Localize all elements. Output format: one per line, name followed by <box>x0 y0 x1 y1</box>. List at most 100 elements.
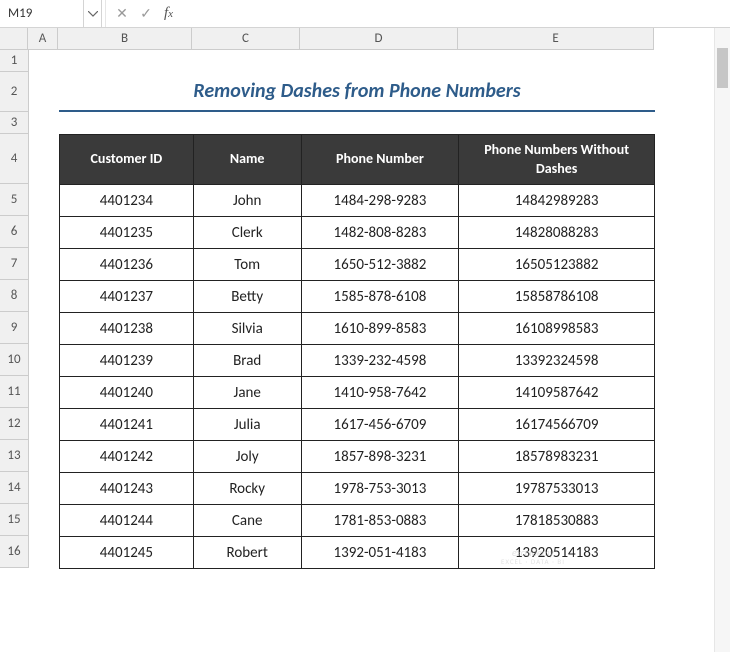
cell[interactable]: 1585-878-6108 <box>301 281 459 313</box>
row-header[interactable]: 15 <box>0 504 28 536</box>
cell[interactable]: Silvia <box>193 313 301 345</box>
table-row: 4401235Clerk1482-808-828314828088283 <box>60 217 655 249</box>
cell[interactable]: 4401234 <box>60 185 194 217</box>
name-box-dropdown[interactable] <box>84 0 102 27</box>
cell[interactable]: Julia <box>193 409 301 441</box>
enter-icon[interactable]: ✓ <box>136 5 156 22</box>
cell[interactable]: 1978-753-3013 <box>301 473 459 505</box>
data-table: Customer IDNamePhone NumberPhone Numbers… <box>59 134 655 569</box>
cell[interactable]: 1857-898-3231 <box>301 441 459 473</box>
table-row: 4401242Joly1857-898-323118578983231 <box>60 441 655 473</box>
cell[interactable]: Tom <box>193 249 301 281</box>
table-header[interactable]: Name <box>193 135 301 185</box>
cell[interactable]: 4401241 <box>60 409 194 441</box>
cell[interactable]: 4401244 <box>60 505 194 537</box>
table-row: 4401240Jane1410-958-764214109587642 <box>60 377 655 409</box>
table-header[interactable]: Phone Numbers Without Dashes <box>459 135 655 185</box>
cell[interactable]: 1410-958-7642 <box>301 377 459 409</box>
cell[interactable]: Clerk <box>193 217 301 249</box>
cell[interactable]: 1781-853-0883 <box>301 505 459 537</box>
chevron-down-icon <box>88 11 98 17</box>
scroll-thumb[interactable] <box>717 48 728 88</box>
cell[interactable]: Cane <box>193 505 301 537</box>
table-row: 4401238Silvia1610-899-858316108998583 <box>60 313 655 345</box>
row-header[interactable]: 5 <box>0 184 28 216</box>
fx-icon[interactable]: fx <box>160 5 177 22</box>
row-header[interactable]: 10 <box>0 344 28 376</box>
cell[interactable]: 14109587642 <box>459 377 655 409</box>
cell[interactable]: 16174566709 <box>459 409 655 441</box>
column-headers: ABCDE <box>28 28 654 50</box>
table-header[interactable]: Customer ID <box>60 135 194 185</box>
cell[interactable]: Jane <box>193 377 301 409</box>
cell[interactable]: 16505123882 <box>459 249 655 281</box>
table-row: 4401241Julia1617-456-670916174566709 <box>60 409 655 441</box>
cell[interactable]: 1484-298-9283 <box>301 185 459 217</box>
table-row: 4401243Rocky1978-753-301319787533013 <box>60 473 655 505</box>
column-header[interactable]: D <box>300 28 458 49</box>
cell[interactable]: Brad <box>193 345 301 377</box>
cell[interactable]: 4401235 <box>60 217 194 249</box>
cell[interactable]: Rocky <box>193 473 301 505</box>
page-title: Removing Dashes from Phone Numbers <box>59 72 655 112</box>
select-all-corner[interactable] <box>0 28 28 50</box>
cell[interactable]: John <box>193 185 301 217</box>
cell[interactable]: 1392-051-4183 <box>301 537 459 569</box>
cell[interactable]: 4401240 <box>60 377 194 409</box>
cancel-icon[interactable]: ✕ <box>112 5 132 22</box>
row-header[interactable]: 14 <box>0 472 28 504</box>
cell[interactable]: 1650-512-3882 <box>301 249 459 281</box>
row-header[interactable]: 3 <box>0 112 28 134</box>
cell[interactable]: 17818530883 <box>459 505 655 537</box>
watermark: exceldemyEXCEL · DATA · BI <box>501 547 565 566</box>
cells-area[interactable]: Removing Dashes from Phone Numbers Custom… <box>29 50 655 568</box>
cell[interactable]: 14828088283 <box>459 217 655 249</box>
formula-input[interactable] <box>183 0 730 27</box>
column-header[interactable]: A <box>28 28 58 49</box>
cell[interactable]: 18578983231 <box>459 441 655 473</box>
cell[interactable]: Betty <box>193 281 301 313</box>
cell[interactable]: Robert <box>193 537 301 569</box>
row-header[interactable]: 8 <box>0 280 28 312</box>
table-row: 4401239Brad1339-232-459813392324598 <box>60 345 655 377</box>
cell[interactable]: 4401242 <box>60 441 194 473</box>
table-header[interactable]: Phone Number <box>301 135 459 185</box>
vertical-scrollbar[interactable] <box>714 28 730 652</box>
row-header[interactable]: 7 <box>0 248 28 280</box>
cell[interactable]: 15858786108 <box>459 281 655 313</box>
cell[interactable]: 4401237 <box>60 281 194 313</box>
row-header[interactable]: 1 <box>0 50 28 72</box>
cell[interactable]: 4401238 <box>60 313 194 345</box>
cell[interactable]: Joly <box>193 441 301 473</box>
column-header[interactable]: B <box>58 28 192 49</box>
cell[interactable]: 16108998583 <box>459 313 655 345</box>
cell[interactable]: 14842989283 <box>459 185 655 217</box>
cell[interactable]: 1617-456-6709 <box>301 409 459 441</box>
cell[interactable]: 4401245 <box>60 537 194 569</box>
row-header[interactable]: 9 <box>0 312 28 344</box>
formula-bar: M19 ✕ ✓ fx <box>0 0 730 28</box>
row-header[interactable]: 4 <box>0 134 28 184</box>
table-row: 4401234John1484-298-928314842989283 <box>60 185 655 217</box>
row-header[interactable]: 16 <box>0 536 28 568</box>
cell[interactable]: 1610-899-8583 <box>301 313 459 345</box>
row-header[interactable]: 11 <box>0 376 28 408</box>
row-header[interactable]: 6 <box>0 216 28 248</box>
name-box[interactable]: M19 <box>0 0 84 27</box>
cell[interactable]: 4401243 <box>60 473 194 505</box>
table-row: 4401245Robert1392-051-418313920514183 <box>60 537 655 569</box>
cell[interactable]: 1339-232-4598 <box>301 345 459 377</box>
cell[interactable]: 1482-808-8283 <box>301 217 459 249</box>
row-header[interactable]: 12 <box>0 408 28 440</box>
row-header[interactable]: 2 <box>0 72 28 112</box>
column-header[interactable]: C <box>192 28 300 49</box>
cell[interactable]: 4401239 <box>60 345 194 377</box>
table-row: 4401236Tom1650-512-388216505123882 <box>60 249 655 281</box>
row-header[interactable]: 13 <box>0 440 28 472</box>
cell[interactable]: 4401236 <box>60 249 194 281</box>
formula-bar-buttons: ✕ ✓ fx <box>106 5 183 22</box>
cell[interactable]: 13392324598 <box>459 345 655 377</box>
spreadsheet-grid: ABCDE 12345678910111213141516 Removing D… <box>0 28 730 568</box>
column-header[interactable]: E <box>458 28 654 49</box>
cell[interactable]: 19787533013 <box>459 473 655 505</box>
